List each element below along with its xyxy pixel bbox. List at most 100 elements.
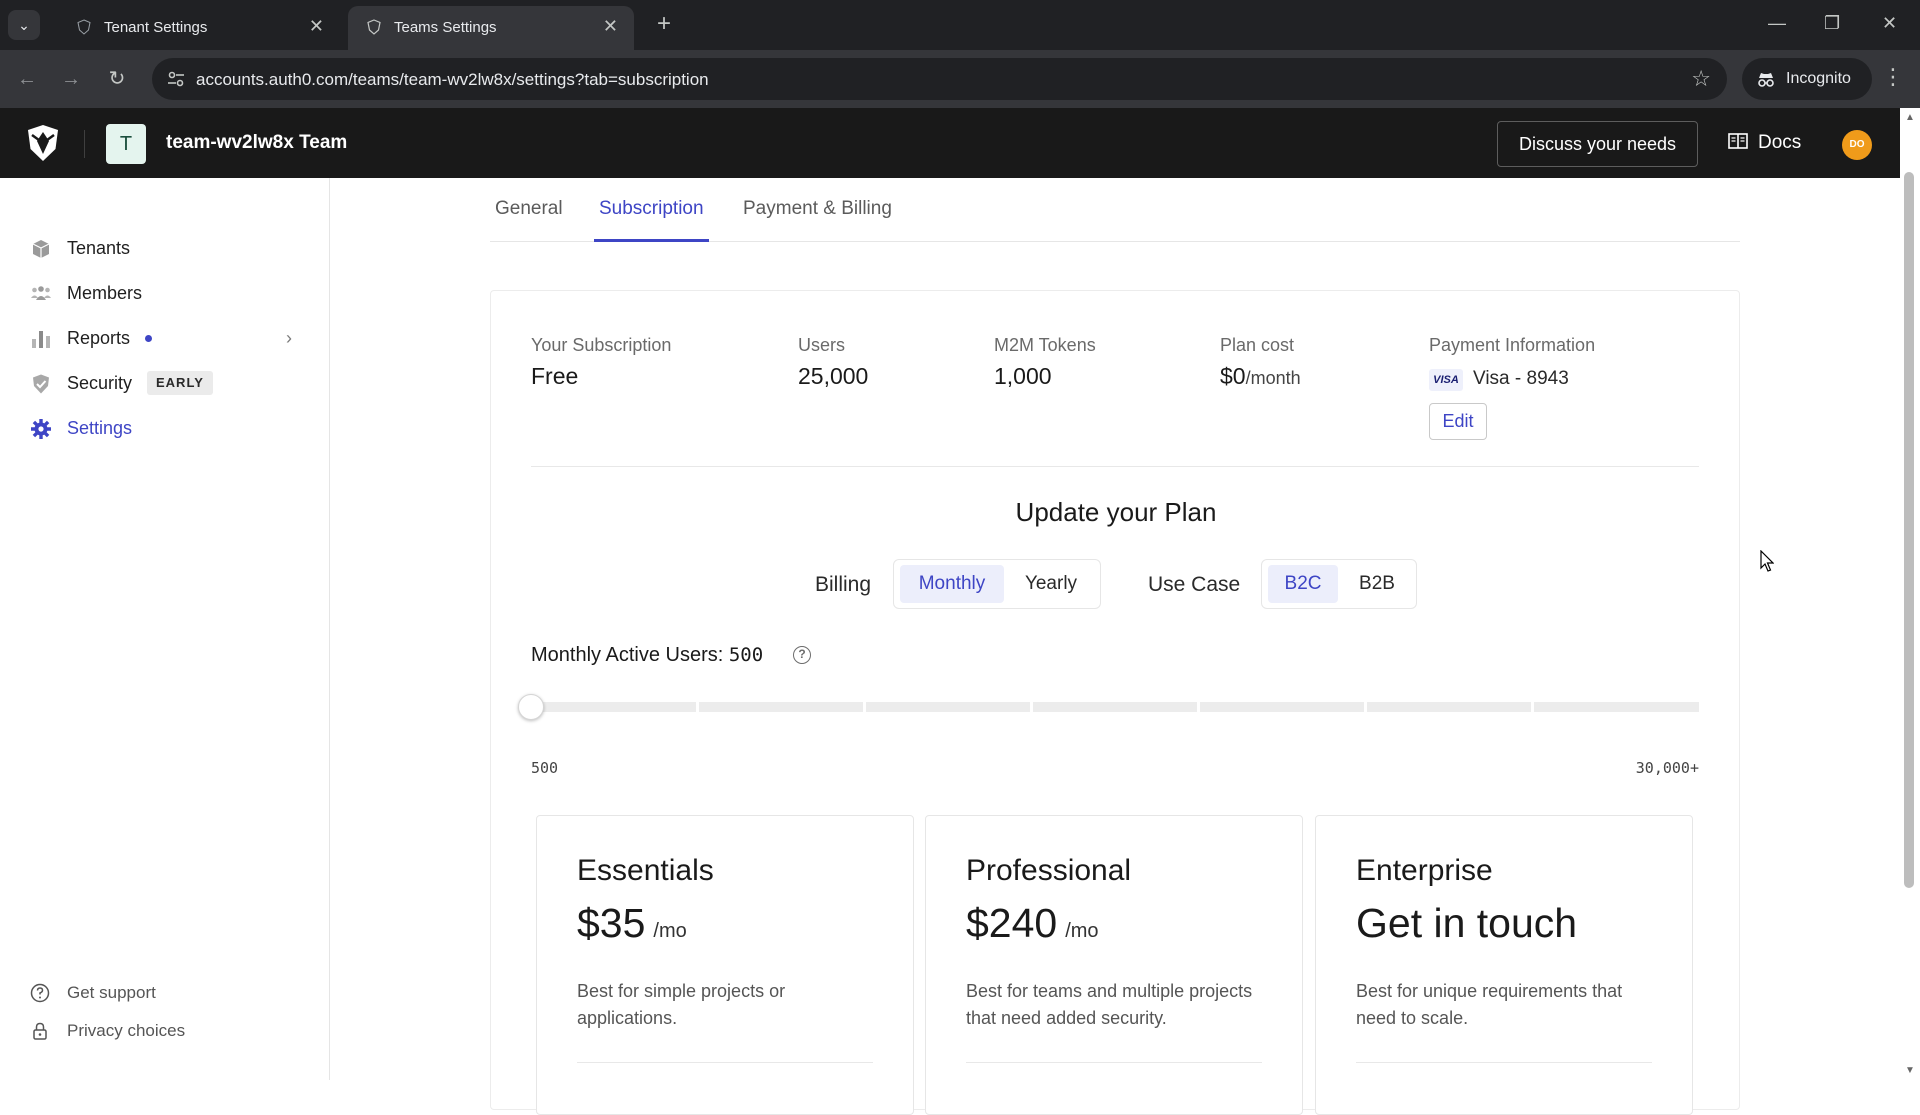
use-case-toggle: B2C B2B (1261, 559, 1417, 609)
tab-title: Tenant Settings (104, 19, 208, 36)
mouse-cursor-icon (1760, 550, 1774, 572)
slider-segment (531, 702, 696, 712)
tab-general[interactable]: General (495, 198, 563, 242)
sidebar: Tenants Members Reports › Security EARLY (0, 178, 330, 1080)
mau-slider-thumb[interactable] (518, 694, 544, 720)
plan-card-enterprise[interactable]: Enterprise Get in touch Best for unique … (1315, 815, 1693, 1115)
mau-value: 500 (728, 644, 764, 666)
use-case-b2c-option[interactable]: B2C (1268, 565, 1338, 603)
book-icon (1728, 133, 1748, 149)
bookmark-star-icon[interactable]: ☆ (1691, 67, 1711, 91)
auth0-favicon-icon (367, 19, 381, 35)
header-divider (84, 130, 85, 158)
mau-slider-track[interactable] (531, 702, 1699, 712)
tab-payment-billing[interactable]: Payment & Billing (743, 198, 892, 242)
incognito-indicator[interactable]: Incognito (1742, 58, 1872, 100)
plan-description: Best for simple projects or applications… (577, 981, 786, 1028)
early-badge: EARLY (147, 371, 213, 395)
plan-price: $240/mo (966, 900, 1099, 947)
plan-name: Essentials (577, 854, 714, 887)
sidebar-item-reports[interactable]: Reports › (30, 322, 310, 354)
get-support-link[interactable]: Get support (30, 979, 290, 1007)
plan-name: Professional (966, 854, 1132, 887)
reload-icon[interactable]: ↻ (102, 64, 132, 94)
scrollbar-thumb[interactable] (1904, 172, 1914, 888)
auth0-logo-icon[interactable] (26, 124, 60, 162)
billing-toggle: Monthly Yearly (893, 559, 1101, 609)
browser-menu-icon[interactable]: ⋮ (1882, 62, 1904, 92)
subscription-value: Free (531, 363, 579, 389)
browser-tab-tenant-settings[interactable]: Tenant Settings ✕ (58, 6, 340, 50)
back-icon[interactable]: ← (12, 64, 42, 94)
scroll-up-arrow-icon[interactable]: ▲ (1905, 112, 1915, 123)
plus-icon: + (656, 10, 671, 37)
browser-tab-teams-settings[interactable]: Teams Settings ✕ (348, 6, 634, 50)
help-icon[interactable]: ? (793, 646, 811, 664)
slider-segment (699, 702, 863, 712)
privacy-choices-link[interactable]: Privacy choices (30, 1017, 290, 1045)
sidebar-item-label: Reports (67, 328, 131, 348)
scroll-down-arrow-icon[interactable]: ▼ (1905, 1065, 1915, 1076)
billing-monthly-option[interactable]: Monthly (900, 565, 1004, 603)
users-label: Users (798, 335, 846, 355)
slider-segment (1534, 702, 1699, 712)
discuss-your-needs-button[interactable]: Discuss your needs (1497, 121, 1698, 167)
close-icon[interactable]: ✕ (603, 15, 618, 37)
help-circle-icon (30, 983, 50, 1003)
plan-price-period: /mo (653, 920, 687, 942)
slider-segment (1200, 702, 1364, 712)
docs-link[interactable]: Docs (1728, 128, 1801, 158)
users-value: 25,000 (798, 363, 869, 389)
user-avatar[interactable]: DO (1842, 130, 1872, 160)
plan-price-amount: $35 (577, 900, 646, 946)
close-icon[interactable]: ✕ (309, 15, 324, 37)
sidebar-item-settings[interactable]: Settings (30, 412, 310, 444)
team-avatar: T (106, 124, 146, 164)
privacy-choices-label: Privacy choices (67, 1021, 186, 1040)
shield-check-icon (33, 374, 49, 394)
incognito-label: Incognito (1786, 70, 1851, 87)
browser-tab-bar: ⌄ Tenant Settings ✕ Teams Settings ✕ + —… (0, 0, 1920, 50)
use-case-label: Use Case (1148, 573, 1241, 596)
address-bar[interactable]: accounts.auth0.com/teams/team-wv2lw8x/se… (152, 58, 1727, 100)
team-name[interactable]: team-wv2lw8x Team (166, 132, 347, 154)
use-case-b2b-option[interactable]: B2B (1342, 565, 1412, 603)
sidebar-item-security[interactable]: Security EARLY (30, 367, 310, 399)
people-icon (31, 286, 51, 300)
edit-payment-button[interactable]: Edit (1429, 403, 1487, 440)
plan-cost-value: $0/month (1220, 363, 1301, 390)
box-icon (32, 240, 50, 258)
chevron-right-icon[interactable]: › (286, 322, 292, 354)
plan-name: Enterprise (1356, 854, 1493, 887)
sidebar-item-label: Tenants (67, 238, 131, 258)
tab-subscription[interactable]: Subscription (594, 198, 709, 242)
chevron-down-icon: ⌄ (18, 17, 30, 33)
restore-icon[interactable]: ❐ (1824, 12, 1840, 34)
plan-card-professional[interactable]: Professional $240/mo Best for teams and … (925, 815, 1303, 1115)
m2m-tokens-label: M2M Tokens (994, 335, 1096, 355)
slider-min-label: 500 (531, 759, 559, 777)
browser-toolbar: ← → ↻ accounts.auth0.com/teams/team-wv2l… (0, 50, 1920, 108)
divider (531, 466, 1699, 467)
sidebar-item-tenants[interactable]: Tenants (30, 232, 310, 264)
billing-yearly-option[interactable]: Yearly (1006, 565, 1096, 603)
minimize-icon[interactable]: — (1768, 12, 1786, 34)
divider (1356, 1062, 1652, 1063)
plan-price-amount: $240 (966, 900, 1058, 946)
mau-label-text: Monthly Active Users: (531, 644, 724, 666)
get-support-label: Get support (67, 983, 156, 1002)
plan-card-essentials[interactable]: Essentials $35/mo Best for simple projec… (536, 815, 914, 1115)
sidebar-item-members[interactable]: Members (30, 277, 310, 309)
docs-label: Docs (1758, 132, 1802, 153)
forward-icon[interactable]: → (56, 64, 86, 94)
sidebar-item-label: Security (67, 373, 133, 393)
site-settings-icon[interactable] (166, 69, 186, 89)
page-scrollbar[interactable]: ▲ ▼ (1900, 108, 1920, 1080)
close-window-icon[interactable]: ✕ (1882, 12, 1897, 34)
incognito-icon (1758, 73, 1774, 87)
plan-cost-period: /month (1245, 368, 1301, 388)
divider (577, 1062, 873, 1063)
tab-search-button[interactable]: ⌄ (8, 10, 40, 40)
new-tab-button[interactable]: + (650, 10, 678, 38)
plan-price: $35/mo (577, 900, 687, 947)
